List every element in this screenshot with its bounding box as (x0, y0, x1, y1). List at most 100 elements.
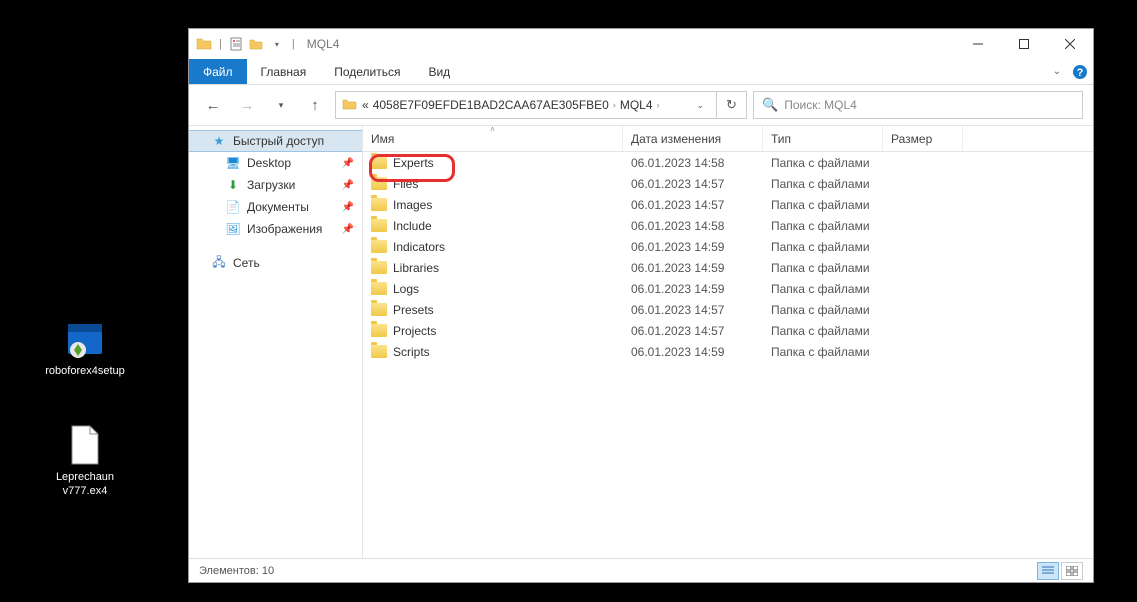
window-title: MQL4 (299, 37, 340, 51)
file-date: 06.01.2023 14:59 (623, 282, 763, 296)
desktop-icon-label: Leprechaun v777.ex4 (40, 470, 130, 499)
folder-icon (371, 261, 387, 274)
quick-access-toolbar: | ▾ | (189, 35, 299, 53)
file-date: 06.01.2023 14:58 (623, 156, 763, 170)
nav-desktop[interactable]: 🖥 Desktop 📌 (189, 152, 362, 174)
address-bar-row: ← → ▾ ↑ « 4058E7F09EFDE1BAD2CAA67AE305FB… (189, 85, 1093, 125)
back-button[interactable]: ← (199, 91, 227, 119)
table-row[interactable]: Experts06.01.2023 14:58Папка с файлами (363, 152, 1093, 173)
desktop-icon-leprechaun[interactable]: Leprechaun v777.ex4 (40, 424, 130, 499)
explorer-body: ★ Быстрый доступ 🖥 Desktop 📌 ⬇ Загрузки … (189, 125, 1093, 558)
table-row[interactable]: Presets06.01.2023 14:57Папка с файлами (363, 299, 1093, 320)
column-name[interactable]: ˄ Имя (363, 126, 623, 151)
folder-icon (371, 282, 387, 295)
file-type: Папка с файлами (763, 345, 883, 359)
file-type: Папка с файлами (763, 156, 883, 170)
file-date: 06.01.2023 14:57 (623, 198, 763, 212)
nav-pictures[interactable]: 🖼 Изображения 📌 (189, 218, 362, 240)
table-row[interactable]: Logs06.01.2023 14:59Папка с файлами (363, 278, 1093, 299)
file-name: Images (393, 198, 432, 212)
new-folder-icon[interactable] (248, 35, 266, 53)
breadcrumb-prefix: « (362, 98, 369, 112)
properties-icon[interactable] (228, 35, 246, 53)
file-name: Scripts (393, 345, 430, 359)
chevron-right-icon[interactable]: › (657, 100, 660, 110)
qat-dropdown-icon[interactable]: ▾ (268, 35, 286, 53)
view-thumbnails-button[interactable] (1061, 562, 1083, 580)
address-dropdown-icon[interactable]: ⌄ (690, 100, 710, 111)
recent-locations-dropdown[interactable]: ▾ (267, 91, 295, 119)
minimize-button[interactable] (955, 29, 1001, 59)
table-row[interactable]: Include06.01.2023 14:58Папка с файлами (363, 215, 1093, 236)
file-name: Indicators (393, 240, 445, 254)
file-rows: Experts06.01.2023 14:58Папка с файламиFi… (363, 152, 1093, 558)
close-button[interactable] (1047, 29, 1093, 59)
desktop-icon-label: roboforex4setup (40, 364, 130, 378)
nav-downloads[interactable]: ⬇ Загрузки 📌 (189, 174, 362, 196)
search-icon: 🔍 (762, 97, 778, 113)
nav-documents[interactable]: 📄 Документы 📌 (189, 196, 362, 218)
file-type: Папка с файлами (763, 177, 883, 191)
desktop-icon-roboforex[interactable]: roboforex4setup (40, 318, 130, 378)
up-button[interactable]: ↑ (301, 91, 329, 119)
refresh-button[interactable]: ↻ (717, 91, 747, 119)
chevron-right-icon[interactable]: › (613, 100, 616, 110)
file-name: Presets (393, 303, 434, 317)
maximize-button[interactable] (1001, 29, 1047, 59)
table-row[interactable]: Scripts 06.01.2023 14:59Папка с файлами (363, 341, 1093, 362)
file-name: Libraries (393, 261, 439, 275)
column-date[interactable]: Дата изменения (623, 126, 763, 151)
navigation-pane: ★ Быстрый доступ 🖥 Desktop 📌 ⬇ Загрузки … (189, 126, 363, 558)
nav-quick-access[interactable]: ★ Быстрый доступ (189, 130, 362, 152)
column-headers: ˄ Имя Дата изменения Тип Размер (363, 126, 1093, 152)
folder-icon (195, 35, 213, 53)
file-name: Logs (393, 282, 419, 296)
folder-icon (342, 96, 358, 115)
nav-network[interactable]: 🖧 Сеть (189, 252, 362, 274)
folder-icon (371, 156, 387, 169)
ribbon-tabs: Файл Главная Поделиться Вид ⌄ ? (189, 59, 1093, 85)
search-placeholder: Поиск: MQL4 (784, 98, 857, 112)
folder-icon (371, 240, 387, 253)
file-type: Папка с файлами (763, 240, 883, 254)
file-date: 06.01.2023 14:59 (623, 345, 763, 359)
file-type: Папка с файлами (763, 198, 883, 212)
file-name: Include (393, 219, 432, 233)
file-date: 06.01.2023 14:57 (623, 303, 763, 317)
search-box[interactable]: 🔍 Поиск: MQL4 (753, 91, 1083, 119)
sort-asc-icon: ˄ (490, 125, 495, 134)
breadcrumb-segment[interactable]: MQL4 (620, 98, 653, 112)
explorer-window: | ▾ | MQL4 Файл Главная Поделиться Вид ⌄… (188, 28, 1094, 583)
table-row[interactable]: Projects 06.01.2023 14:57Папка с файлами (363, 320, 1093, 341)
tab-share[interactable]: Поделиться (320, 59, 414, 84)
downloads-icon: ⬇ (225, 177, 241, 193)
setup-box-icon (64, 318, 106, 360)
pin-icon: 📌 (342, 158, 354, 169)
pin-icon: 📌 (342, 202, 354, 213)
file-list: ˄ Имя Дата изменения Тип Размер Experts0… (363, 126, 1093, 558)
folder-icon (371, 219, 387, 232)
address-bar[interactable]: « 4058E7F09EFDE1BAD2CAA67AE305FBE0 › MQL… (335, 91, 717, 119)
tab-view[interactable]: Вид (414, 59, 464, 84)
pin-icon: 📌 (342, 224, 354, 235)
file-date: 06.01.2023 14:57 (623, 324, 763, 338)
table-row[interactable]: Files06.01.2023 14:57Папка с файлами (363, 173, 1093, 194)
forward-button[interactable]: → (233, 91, 261, 119)
file-date: 06.01.2023 14:57 (623, 177, 763, 191)
view-details-button[interactable] (1037, 562, 1059, 580)
table-row[interactable]: Images 06.01.2023 14:57Папка с файлами (363, 194, 1093, 215)
svg-text:?: ? (1077, 67, 1084, 79)
ribbon-expand-icon[interactable]: ⌄ (1047, 59, 1067, 84)
help-button[interactable]: ? (1067, 59, 1093, 84)
tab-file[interactable]: Файл (189, 59, 247, 84)
file-type: Папка с файлами (763, 324, 883, 338)
titlebar[interactable]: | ▾ | MQL4 (189, 29, 1093, 59)
table-row[interactable]: Indicators06.01.2023 14:59Папка с файлам… (363, 236, 1093, 257)
pictures-icon: 🖼 (225, 221, 241, 237)
file-name: Projects (393, 324, 436, 338)
breadcrumb-segment[interactable]: 4058E7F09EFDE1BAD2CAA67AE305FBE0 (373, 98, 609, 112)
tab-home[interactable]: Главная (247, 59, 321, 84)
table-row[interactable]: Libraries06.01.2023 14:59Папка с файлами (363, 257, 1093, 278)
column-type[interactable]: Тип (763, 126, 883, 151)
column-size[interactable]: Размер (883, 126, 963, 151)
